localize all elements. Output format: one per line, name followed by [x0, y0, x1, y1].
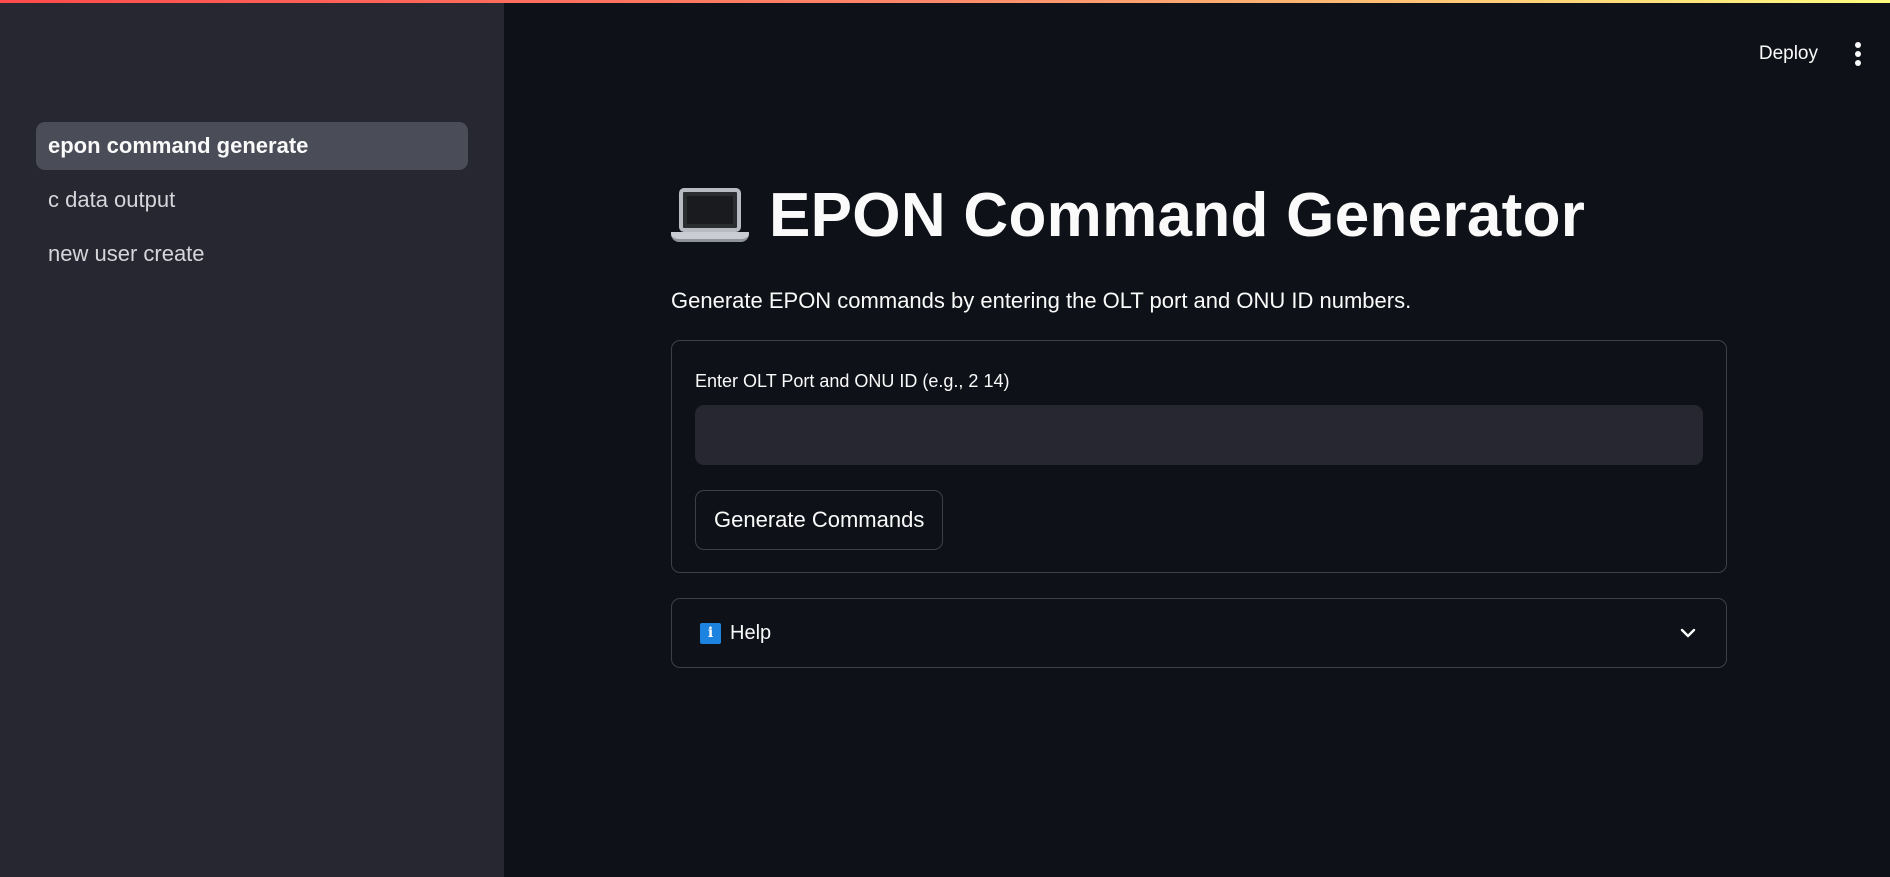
page-title: EPON Command Generator — [769, 180, 1586, 250]
vertical-ellipsis-icon[interactable] — [1846, 39, 1870, 69]
sidebar-item-label: c data output — [48, 187, 176, 212]
sidebar-nav: epon command generate c data output new … — [36, 122, 468, 284]
sidebar-item-label: new user create — [48, 241, 205, 266]
page-description: Generate EPON commands by entering the O… — [671, 288, 1412, 313]
header-toolbar: Deploy — [1749, 36, 1890, 72]
sidebar-item-c-data-output[interactable]: c data output — [36, 176, 468, 224]
sidebar-item-label: epon command generate — [48, 133, 309, 158]
top-accent-bar — [0, 0, 1890, 3]
chevron-down-icon[interactable] — [1678, 623, 1698, 643]
sidebar-item-new-user-create[interactable]: new user create — [36, 230, 468, 278]
command-form: Enter OLT Port and ONU ID (e.g., 2 14) G… — [671, 340, 1727, 573]
title-row: EPON Command Generator — [671, 170, 1727, 260]
generate-commands-button[interactable]: Generate Commands — [695, 490, 944, 550]
main-content: EPON Command Generator Generate EPON com… — [671, 170, 1727, 668]
sidebar: epon command generate c data output new … — [0, 0, 504, 877]
help-label: Help — [730, 621, 772, 644]
laptop-icon — [671, 184, 749, 246]
olt-port-onu-id-input[interactable] — [695, 405, 1703, 465]
deploy-button[interactable]: Deploy — [1749, 37, 1828, 71]
info-icon: i — [700, 622, 721, 644]
sidebar-item-epon-command-generate[interactable]: epon command generate — [36, 122, 468, 170]
help-expander[interactable]: i Help — [671, 598, 1727, 668]
input-label: Enter OLT Port and ONU ID (e.g., 2 14) — [695, 371, 1010, 391]
